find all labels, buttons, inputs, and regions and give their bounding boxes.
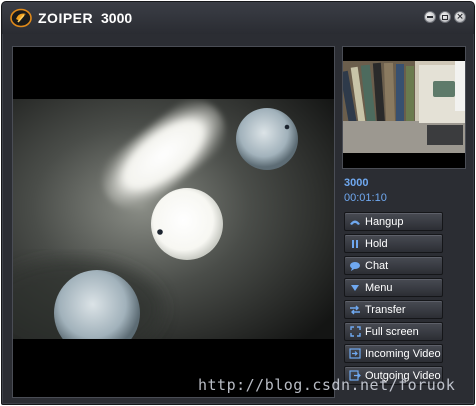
hold-button[interactable]: Hold [344, 234, 443, 253]
hangup-icon [348, 215, 362, 229]
watermark-text: http://blog.csdn.net/foruok [198, 376, 456, 394]
incoming-video-icon [348, 347, 362, 361]
account-number: 3000 [101, 10, 133, 26]
menu-button[interactable]: Menu [344, 278, 443, 297]
incoming-video-label: Incoming Video [365, 347, 441, 360]
fullscreen-icon [348, 325, 362, 339]
minimize-icon[interactable] [424, 11, 436, 23]
pause-icon [348, 237, 362, 251]
title-bar[interactable]: ZOIPER 3000 × [2, 2, 474, 34]
fullscreen-button[interactable]: Full screen [344, 322, 443, 341]
triangle-down-icon [348, 281, 362, 295]
hangup-button[interactable]: Hangup [344, 212, 443, 231]
fullscreen-label: Full screen [365, 325, 419, 338]
local-video-preview [342, 46, 466, 169]
local-video-frame [343, 61, 465, 153]
zoiper-logo-icon [10, 8, 32, 28]
chat-label: Chat [365, 259, 389, 272]
transfer-arrows-icon [348, 303, 362, 317]
call-controls: Hangup Hold Chat Menu Transfer Full scre… [344, 212, 443, 388]
maximize-icon[interactable] [439, 11, 451, 23]
chat-bubble-icon [348, 259, 362, 273]
window-controls: × [424, 11, 466, 23]
incoming-video-button[interactable]: Incoming Video [344, 344, 443, 363]
hold-label: Hold [365, 237, 388, 250]
caller-number: 3000 [344, 177, 369, 189]
call-duration: 00:01:10 [344, 192, 387, 204]
menu-label: Menu [365, 281, 393, 294]
remote-video-view [12, 46, 335, 398]
app-title: ZOIPER [38, 10, 94, 26]
zoiper-call-window: ZOIPER 3000 × 3000 00:01:10 Hangup Hold … [1, 1, 475, 405]
transfer-label: Transfer [365, 303, 406, 316]
chat-button[interactable]: Chat [344, 256, 443, 275]
transfer-button[interactable]: Transfer [344, 300, 443, 319]
remote-video-frame [13, 99, 334, 339]
close-icon[interactable]: × [454, 11, 466, 23]
hangup-label: Hangup [365, 215, 404, 228]
